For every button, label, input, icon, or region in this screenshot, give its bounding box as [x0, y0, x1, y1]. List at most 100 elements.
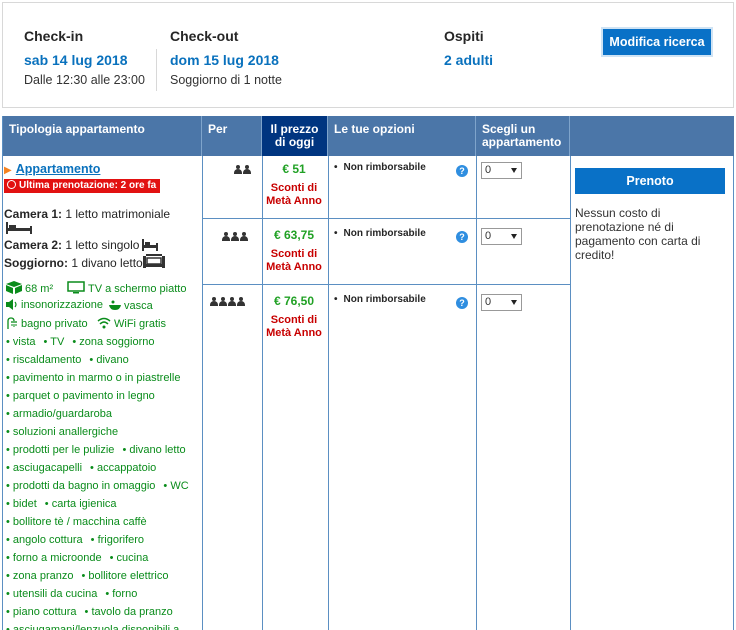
- price-value: € 51: [282, 162, 306, 176]
- facility-item: piano cottura: [6, 606, 77, 618]
- dropdown-arrow-icon: [511, 300, 517, 305]
- facility-item: parquet o pavimento in legno: [6, 390, 155, 402]
- price-value: € 76,50: [273, 294, 315, 308]
- facility-item: tavolo da pranzo: [85, 606, 173, 618]
- bed-room-1: Camera 1: 1 letto matrimoniale: [4, 207, 171, 221]
- facility-item: zona pranzo: [6, 570, 73, 582]
- facility-item: zona soggiorno: [72, 336, 154, 348]
- price-cell-3: € 76,50 Sconti di Metà Anno: [263, 294, 325, 340]
- checkout-block: Check-out dom 15 lug 2018 Soggiorno di 1…: [170, 27, 282, 88]
- help-icon[interactable]: ?: [456, 165, 468, 177]
- facility-row: bidet carta igienica: [6, 498, 125, 510]
- booking-note: Nessun costo di prenotazione né di pagam…: [575, 206, 701, 262]
- modify-search-button[interactable]: Modifica ricerca: [601, 27, 713, 57]
- facility-item: asciugamani/lenzuola disponibili a: [6, 624, 179, 630]
- checkout-date: dom 15 lug 2018: [170, 52, 279, 68]
- facility-size: 68 m²: [6, 281, 53, 295]
- facility-item: prodotti per le pulizie: [6, 444, 114, 456]
- facility-item: angolo cottura: [6, 534, 83, 546]
- facility-soundproof: insonorizzazione: [6, 299, 103, 311]
- wifi-icon: [97, 317, 111, 329]
- checkout-label: Check-out: [170, 28, 239, 44]
- facility-row: zona pranzo bollitore elettrico: [6, 570, 176, 582]
- shower-icon: [7, 317, 17, 329]
- help-icon[interactable]: ?: [456, 297, 468, 309]
- clock-icon: [7, 180, 16, 189]
- facility-row: riscaldamento divano: [6, 354, 137, 366]
- occupancy-3: [221, 229, 248, 244]
- facility-item: prodotti da bagno in omaggio: [6, 480, 155, 492]
- facility-row: forno a microonde cucina: [6, 552, 156, 564]
- dropdown-arrow-icon: [511, 234, 517, 239]
- quantity-select-1[interactable]: 0: [481, 162, 522, 179]
- facility-item: WC: [163, 480, 188, 492]
- facility-item: divano letto: [122, 444, 185, 456]
- rate-option-3: • Non rimborsabile: [334, 294, 426, 305]
- facility-row: asciugacapelli accappatoio: [6, 462, 164, 474]
- speaker-icon: [6, 299, 17, 310]
- header-action: [570, 116, 734, 156]
- guests-block: Ospiti 2 adulti: [444, 27, 493, 69]
- header-per: Per: [202, 116, 262, 156]
- facility-row: prodotti per le pulizie divano letto: [6, 444, 194, 456]
- quantity-select-2[interactable]: 0: [481, 228, 522, 245]
- header-price: Il prezzo di oggi: [262, 116, 328, 156]
- facility-item: soluzioni anallergiche: [6, 426, 118, 438]
- facility-item: divano: [89, 354, 128, 366]
- facility-item: vista: [6, 336, 36, 348]
- bed-room-2: Camera 2: 1 letto singolo: [4, 238, 140, 252]
- help-icon[interactable]: ?: [456, 231, 468, 243]
- facility-tv: TV a schermo piatto: [67, 281, 186, 295]
- single-bed-icon: [142, 239, 158, 251]
- facility-row: vista TV zona soggiorno: [6, 336, 162, 348]
- header-choose: Scegli un appartamento: [476, 116, 570, 156]
- checkin-block: Check-in sab 14 lug 2018 Dalle 12:30 all…: [24, 27, 145, 88]
- facility-item: pavimento in marmo o in piastrelle: [6, 372, 180, 384]
- discount-label: Sconti di Metà Anno: [266, 182, 322, 207]
- room-size-icon: [6, 281, 22, 294]
- dropdown-arrow-icon: [511, 168, 517, 173]
- price-cell-2: € 63,75 Sconti di Metà Anno: [263, 228, 325, 274]
- price-cell-1: € 51 Sconti di Metà Anno: [263, 162, 325, 208]
- rate-option-2: • Non rimborsabile: [334, 228, 426, 239]
- checkin-time: Dalle 12:30 alle 23:00: [24, 73, 145, 87]
- facility-row: prodotti da bagno in omaggio WC: [6, 480, 197, 492]
- room-name-link[interactable]: ▶ Appartamento: [4, 162, 100, 176]
- facility-row: angolo cottura frigorifero: [6, 534, 152, 546]
- facility-item: bidet: [6, 498, 37, 510]
- bathtub-icon: [109, 300, 121, 310]
- facility-item: bollitore elettrico: [81, 570, 168, 582]
- facility-row: utensili da cucina forno: [6, 588, 145, 600]
- facility-item: frigorifero: [91, 534, 144, 546]
- facility-item: carta igienica: [45, 498, 117, 510]
- facility-wifi: WiFi gratis: [97, 317, 166, 330]
- expand-triangle-icon: ▶: [4, 165, 12, 176]
- facility-item: TV: [44, 336, 65, 348]
- facility-row: pavimento in marmo o in piastrelle: [6, 372, 188, 384]
- bed-living-room: Soggiorno: 1 divano letto: [4, 256, 143, 270]
- facility-item: asciugacapelli: [6, 462, 82, 474]
- divider: [156, 49, 157, 91]
- urgency-badge: Ultima prenotazione: 2 ore fa: [4, 179, 161, 193]
- book-button[interactable]: Prenoto: [575, 168, 725, 194]
- guests-value: 2 adulti: [444, 52, 494, 68]
- facility-item: utensili da cucina: [6, 588, 97, 600]
- guests-label: Ospiti: [444, 28, 484, 44]
- header-options: Le tue opzioni: [328, 116, 476, 156]
- occupancy-4: [209, 294, 245, 309]
- sofa-bed-icon: [143, 254, 165, 268]
- facility-item: forno: [105, 588, 137, 600]
- discount-label: Sconti di Metà Anno: [266, 248, 322, 273]
- occupancy-2: [233, 162, 251, 177]
- double-bed-icon: [6, 222, 32, 234]
- checkin-date: sab 14 lug 2018: [24, 52, 128, 68]
- facility-row: soluzioni anallergiche: [6, 426, 126, 438]
- facility-item: bollitore tè / macchina caffè: [6, 516, 147, 528]
- facility-item: forno a microonde: [6, 552, 102, 564]
- price-value: € 63,75: [273, 228, 315, 242]
- modify-search-label: Modifica ricerca: [609, 35, 705, 49]
- tv-icon: [67, 281, 85, 294]
- header-type: Tipologia appartamento: [3, 116, 202, 156]
- facility-bath: vasca: [109, 299, 153, 312]
- quantity-select-3[interactable]: 0: [481, 294, 522, 311]
